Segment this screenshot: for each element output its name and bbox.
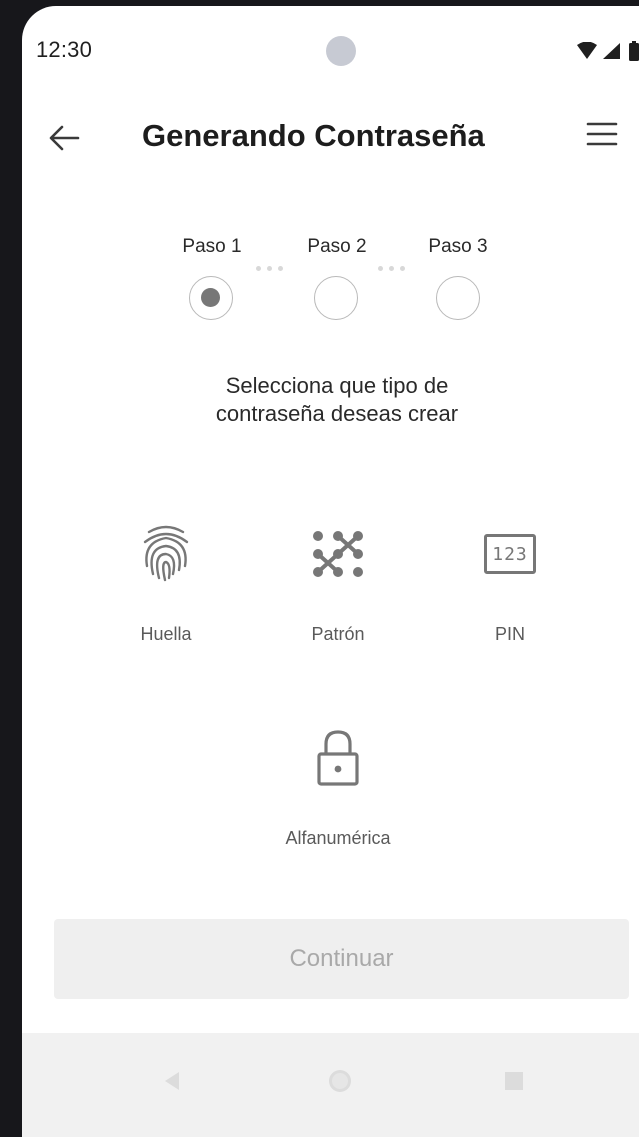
wifi-icon bbox=[576, 42, 598, 60]
step-connector-1 bbox=[256, 266, 283, 271]
step-label-2: Paso 2 bbox=[307, 236, 367, 257]
instruction-line-1: Selecciona que tipo de bbox=[225, 373, 449, 398]
option-alphanumeric[interactable]: Alfanumérica bbox=[258, 726, 418, 849]
option-alphanumeric-label: Alfanumérica bbox=[285, 828, 391, 848]
arrow-left-icon bbox=[47, 123, 81, 158]
signal-icon bbox=[601, 42, 621, 60]
hamburger-menu-icon bbox=[585, 120, 619, 153]
step-1-indicator bbox=[189, 276, 233, 320]
phone-screen: 12:30 Generando Contraseña Paso 1 Paso 2… bbox=[22, 6, 639, 1137]
step-2-indicator bbox=[314, 276, 358, 320]
back-button[interactable] bbox=[44, 120, 84, 160]
option-pattern-label: Patrón bbox=[311, 624, 365, 644]
option-pin-label: PIN bbox=[494, 624, 525, 644]
step-connector-2 bbox=[378, 266, 405, 271]
padlock-icon bbox=[258, 726, 418, 790]
nav-home-button[interactable] bbox=[320, 1063, 360, 1103]
step-3-indicator bbox=[436, 276, 480, 320]
option-pattern[interactable]: Patrón bbox=[258, 522, 418, 645]
option-pin[interactable]: 123 PIN bbox=[430, 522, 590, 645]
continue-button[interactable]: Continuar bbox=[54, 919, 629, 999]
pattern-icon bbox=[258, 522, 418, 586]
nav-back-icon bbox=[163, 1071, 181, 1096]
nav-home-icon bbox=[328, 1069, 352, 1098]
front-camera bbox=[326, 36, 356, 66]
system-nav-bar bbox=[22, 1033, 639, 1137]
pin-123-icon: 123 bbox=[430, 522, 590, 586]
nav-recents-button[interactable] bbox=[494, 1063, 534, 1103]
instruction-line-2: contraseña deseas crear bbox=[215, 401, 459, 426]
nav-back-button[interactable] bbox=[152, 1063, 192, 1103]
battery-icon bbox=[629, 41, 639, 61]
menu-button[interactable] bbox=[582, 116, 622, 156]
step-label-1: Paso 1 bbox=[182, 236, 242, 257]
status-time: 12:30 bbox=[36, 37, 93, 62]
status-icons bbox=[576, 40, 639, 62]
option-fingerprint[interactable]: Huella bbox=[86, 522, 246, 645]
status-bar: 12:30 bbox=[22, 6, 639, 90]
nav-recents-icon bbox=[504, 1071, 524, 1096]
stepper: Paso 1 Paso 2 Paso 3 bbox=[22, 232, 639, 332]
step-label-3: Paso 3 bbox=[428, 236, 488, 257]
app-bar: Generando Contraseña bbox=[22, 106, 639, 170]
page-title: Generando Contraseña bbox=[142, 118, 485, 153]
option-fingerprint-label: Huella bbox=[140, 624, 192, 644]
fingerprint-icon bbox=[86, 522, 246, 586]
instruction-text: Selecciona que tipo de contraseña deseas… bbox=[122, 372, 552, 428]
